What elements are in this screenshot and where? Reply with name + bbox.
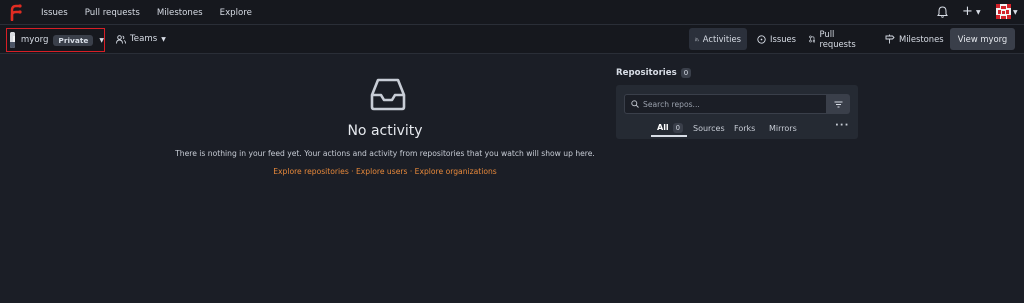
nav-milestones[interactable]: Milestones (157, 8, 203, 18)
tab-issues-label: Issues (770, 34, 797, 44)
teams-label: Teams (130, 34, 158, 44)
private-badge: Private (53, 34, 94, 46)
issue-icon (757, 34, 766, 44)
repo-tab-forks[interactable]: Forks (734, 120, 755, 137)
nav-issues[interactable]: Issues (41, 8, 68, 18)
tab-milestones[interactable]: Milestones (879, 28, 950, 50)
repo-tab-all[interactable]: All 0 (651, 120, 687, 137)
tab-activities-label: Activities (702, 34, 741, 44)
repo-tab-sources[interactable]: Sources (693, 120, 725, 137)
repositories-header: Repositories 0 (616, 68, 692, 78)
repo-tab-all-label: All (657, 123, 669, 132)
inbox-icon (370, 78, 406, 111)
forgejo-logo-icon[interactable] (9, 4, 22, 21)
more-options-icon[interactable]: ··· (835, 120, 849, 131)
tab-pull-requests-label: Pull requests (819, 29, 856, 49)
top-nav-links: Issues Pull requests Milestones Explore (41, 0, 269, 25)
filter-icon (834, 101, 843, 107)
teams-dropdown[interactable]: Teams ▼ (116, 34, 166, 44)
nav-pull-requests[interactable]: Pull requests (85, 8, 140, 18)
view-org-button[interactable]: View myorg (950, 28, 1015, 50)
pull-request-icon (809, 35, 816, 43)
milestone-icon (885, 34, 895, 44)
repositories-panel: All 0 Sources Forks Mirrors ··· (616, 85, 858, 139)
repositories-title: Repositories (616, 68, 677, 78)
tab-activities[interactable]: Activities (689, 28, 747, 50)
repo-search-input[interactable] (643, 99, 813, 109)
chevron-down-icon[interactable]: ▼ (976, 9, 981, 16)
chevron-down-icon[interactable]: ▼ (1013, 9, 1018, 16)
search-icon (631, 100, 639, 108)
dashboard-context-bar: myorg Private ▼ Teams ▼ Activities Issue… (0, 25, 1024, 54)
nav-explore[interactable]: Explore (220, 8, 252, 18)
org-switcher[interactable]: myorg Private ▼ (6, 28, 105, 52)
top-navbar: Issues Pull requests Milestones Explore … (0, 0, 1024, 25)
empty-title: No activity (347, 123, 423, 139)
repo-tab-all-count: 0 (672, 122, 683, 133)
repositories-count: 0 (680, 68, 692, 78)
tab-issues[interactable]: Issues (751, 28, 802, 50)
rss-icon (695, 37, 699, 41)
explore-links[interactable]: Explore repositories · Explore users · E… (170, 167, 600, 176)
tab-pull-requests[interactable]: Pull requests (803, 28, 864, 50)
org-name: myorg (20, 35, 49, 45)
repo-search-box[interactable] (624, 94, 827, 114)
create-new-button[interactable]: + (962, 4, 973, 20)
org-avatar (10, 32, 15, 48)
chevron-down-icon: ▼ (161, 35, 166, 43)
repo-tab-mirrors[interactable]: Mirrors (769, 120, 797, 137)
bell-icon[interactable] (937, 6, 948, 18)
user-avatar[interactable] (996, 4, 1011, 19)
people-icon (116, 34, 126, 44)
tab-milestones-label: Milestones (899, 34, 944, 44)
chevron-down-icon: ▼ (99, 36, 104, 44)
empty-description: There is nothing in your feed yet. Your … (175, 149, 595, 158)
filter-button[interactable] (827, 94, 850, 114)
